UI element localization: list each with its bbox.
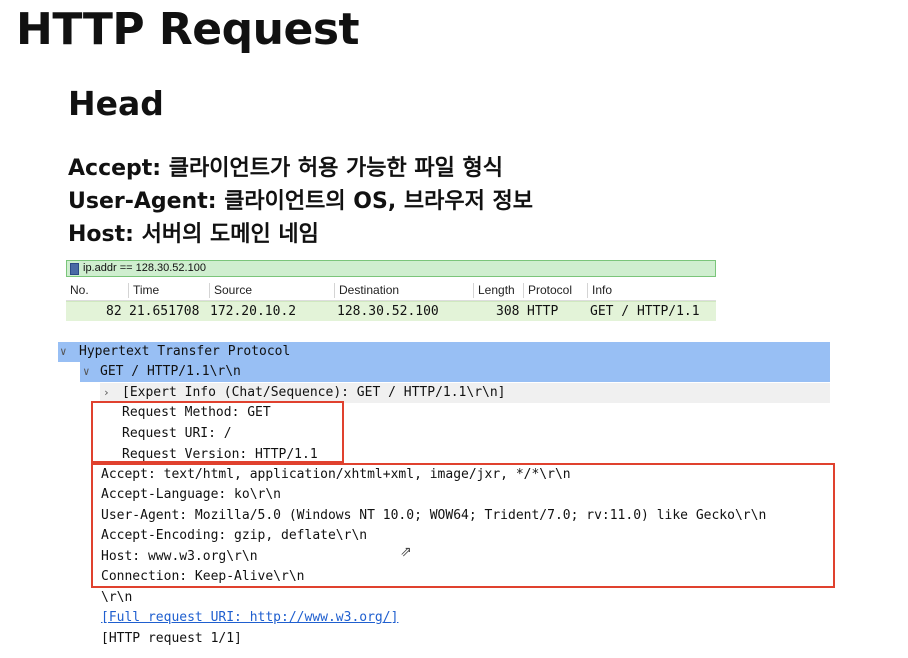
packet-list-header: No. Time Source Destination Length Proto… [66,281,716,301]
description-host: Host: 서버의 도메인 네임 [68,222,319,247]
full-request-uri-link[interactable]: [Full request URI: http://www.w3.org/] [101,608,398,628]
description-accept: Accept: 클라이언트가 허용 가능한 파일 형식 [68,156,503,181]
tree-item-expert-info[interactable]: › [Expert Info (Chat/Sequence): GET / HT… [100,383,830,403]
packet-length: 308 [496,304,520,319]
chevron-right-icon[interactable]: › [103,383,113,403]
column-no[interactable]: No. [66,283,89,298]
annotation-box-request-line [91,401,344,463]
packet-time: 21.651708 [129,304,200,319]
column-info[interactable]: Info [587,283,612,298]
slide-subtitle: Head [68,84,164,123]
chevron-down-icon[interactable]: ∨ [83,362,93,382]
tree-label-request-line: GET / HTTP/1.1\r\n [100,364,241,379]
slide-title: HTTP Request [16,4,360,55]
chevron-down-icon[interactable]: ∨ [60,342,70,362]
packet-destination: 128.30.52.100 [337,304,439,319]
display-filter-bar[interactable]: ip.addr == 128.30.52.100 [66,260,716,277]
tree-label-expert-info: [Expert Info (Chat/Sequence): GET / HTTP… [122,385,506,400]
column-destination[interactable]: Destination [334,283,399,298]
packet-row[interactable]: 82 21.651708 172.20.10.2 128.30.52.100 3… [66,301,716,321]
display-filter-input[interactable]: ip.addr == 128.30.52.100 [83,261,206,276]
packet-info: GET / HTTP/1.1 [590,304,700,319]
column-length[interactable]: Length [473,283,515,298]
column-time[interactable]: Time [128,283,159,298]
packet-protocol: HTTP [527,304,559,319]
packet-list: No. Time Source Destination Length Proto… [66,281,716,321]
tree-item-http[interactable]: ∨ Hypertext Transfer Protocol [58,342,830,362]
packet-source: 172.20.10.2 [210,304,297,319]
tree-label-http: Hypertext Transfer Protocol [79,344,291,359]
mouse-cursor-icon: ⇗ [400,544,412,560]
column-source[interactable]: Source [209,283,252,298]
tree-item-request-line[interactable]: ∨ GET / HTTP/1.1\r\n [80,362,830,382]
annotation-box-headers [91,463,835,588]
tree-item-crlf[interactable]: \r\n [101,588,132,608]
description-user-agent: User-Agent: 클라이언트의 OS, 브라우저 정보 [68,189,533,214]
tree-item-request-count[interactable]: [HTTP request 1/1] [101,629,242,649]
packet-no: 82 [106,304,122,319]
bookmark-icon[interactable] [70,263,79,275]
column-protocol[interactable]: Protocol [523,283,572,298]
